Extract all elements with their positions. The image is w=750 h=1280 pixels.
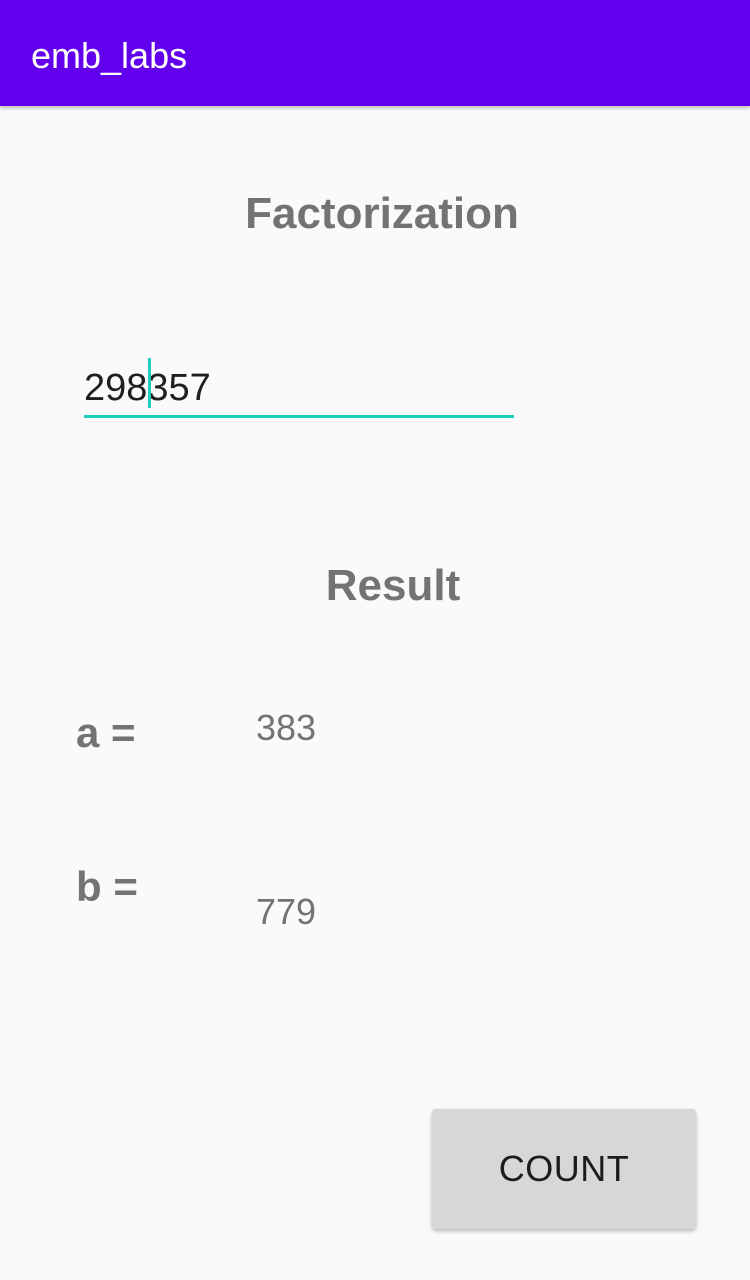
- page-title: Factorization: [245, 189, 519, 238]
- result-heading: Result: [325, 561, 461, 610]
- result-b-value: 779: [256, 891, 317, 932]
- result-b-label: b =: [76, 863, 138, 910]
- result-a-label: a =: [76, 709, 136, 756]
- number-input[interactable]: 298357: [84, 358, 514, 418]
- app-bar: emb_labs: [0, 0, 750, 106]
- app-title: emb_labs: [31, 35, 188, 76]
- count-button-label: COUNT: [498, 1148, 630, 1189]
- count-button[interactable]: COUNT: [432, 1109, 696, 1229]
- text-cursor: [148, 358, 151, 408]
- result-a-value: 383: [256, 707, 317, 748]
